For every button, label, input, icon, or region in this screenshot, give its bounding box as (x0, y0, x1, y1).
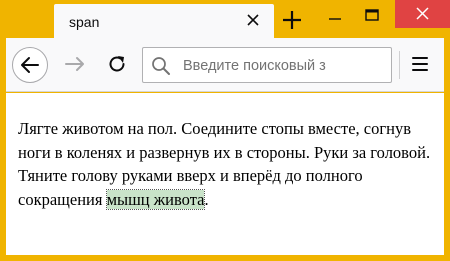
back-arrow-icon (21, 57, 39, 73)
toolbar-divider (399, 51, 400, 79)
title-bar: span (0, 0, 450, 38)
browser-window: span Введите поисковый з Лягте животом н… (0, 0, 450, 261)
search-bar[interactable] (142, 47, 392, 83)
highlighted-span: мышц живота (105, 188, 206, 210)
close-icon[interactable] (244, 11, 262, 29)
search-icon (151, 56, 171, 76)
close-icon (416, 7, 429, 20)
paragraph: Лягте животом на пол. Соедините стопы вм… (18, 117, 432, 211)
window-close-button[interactable] (395, 0, 450, 28)
forward-arrow-icon[interactable] (62, 51, 88, 77)
search-input[interactable] (183, 56, 389, 76)
plus-icon[interactable] (280, 8, 304, 32)
paragraph-end: . (204, 189, 209, 209)
minimize-icon[interactable] (320, 8, 350, 30)
paragraph-text: Лягте животом на пол. Соедините стопы вм… (18, 119, 431, 209)
hamburger-menu-icon[interactable] (408, 52, 432, 76)
navigation-toolbar (6, 38, 444, 92)
page-content: Лягте животом на пол. Соедините стопы вм… (6, 93, 444, 255)
maximize-icon[interactable] (357, 4, 387, 28)
reload-icon[interactable] (104, 51, 130, 77)
tab-active[interactable]: span (54, 4, 274, 38)
back-button[interactable] (12, 47, 48, 83)
tab-title: span (69, 14, 100, 30)
